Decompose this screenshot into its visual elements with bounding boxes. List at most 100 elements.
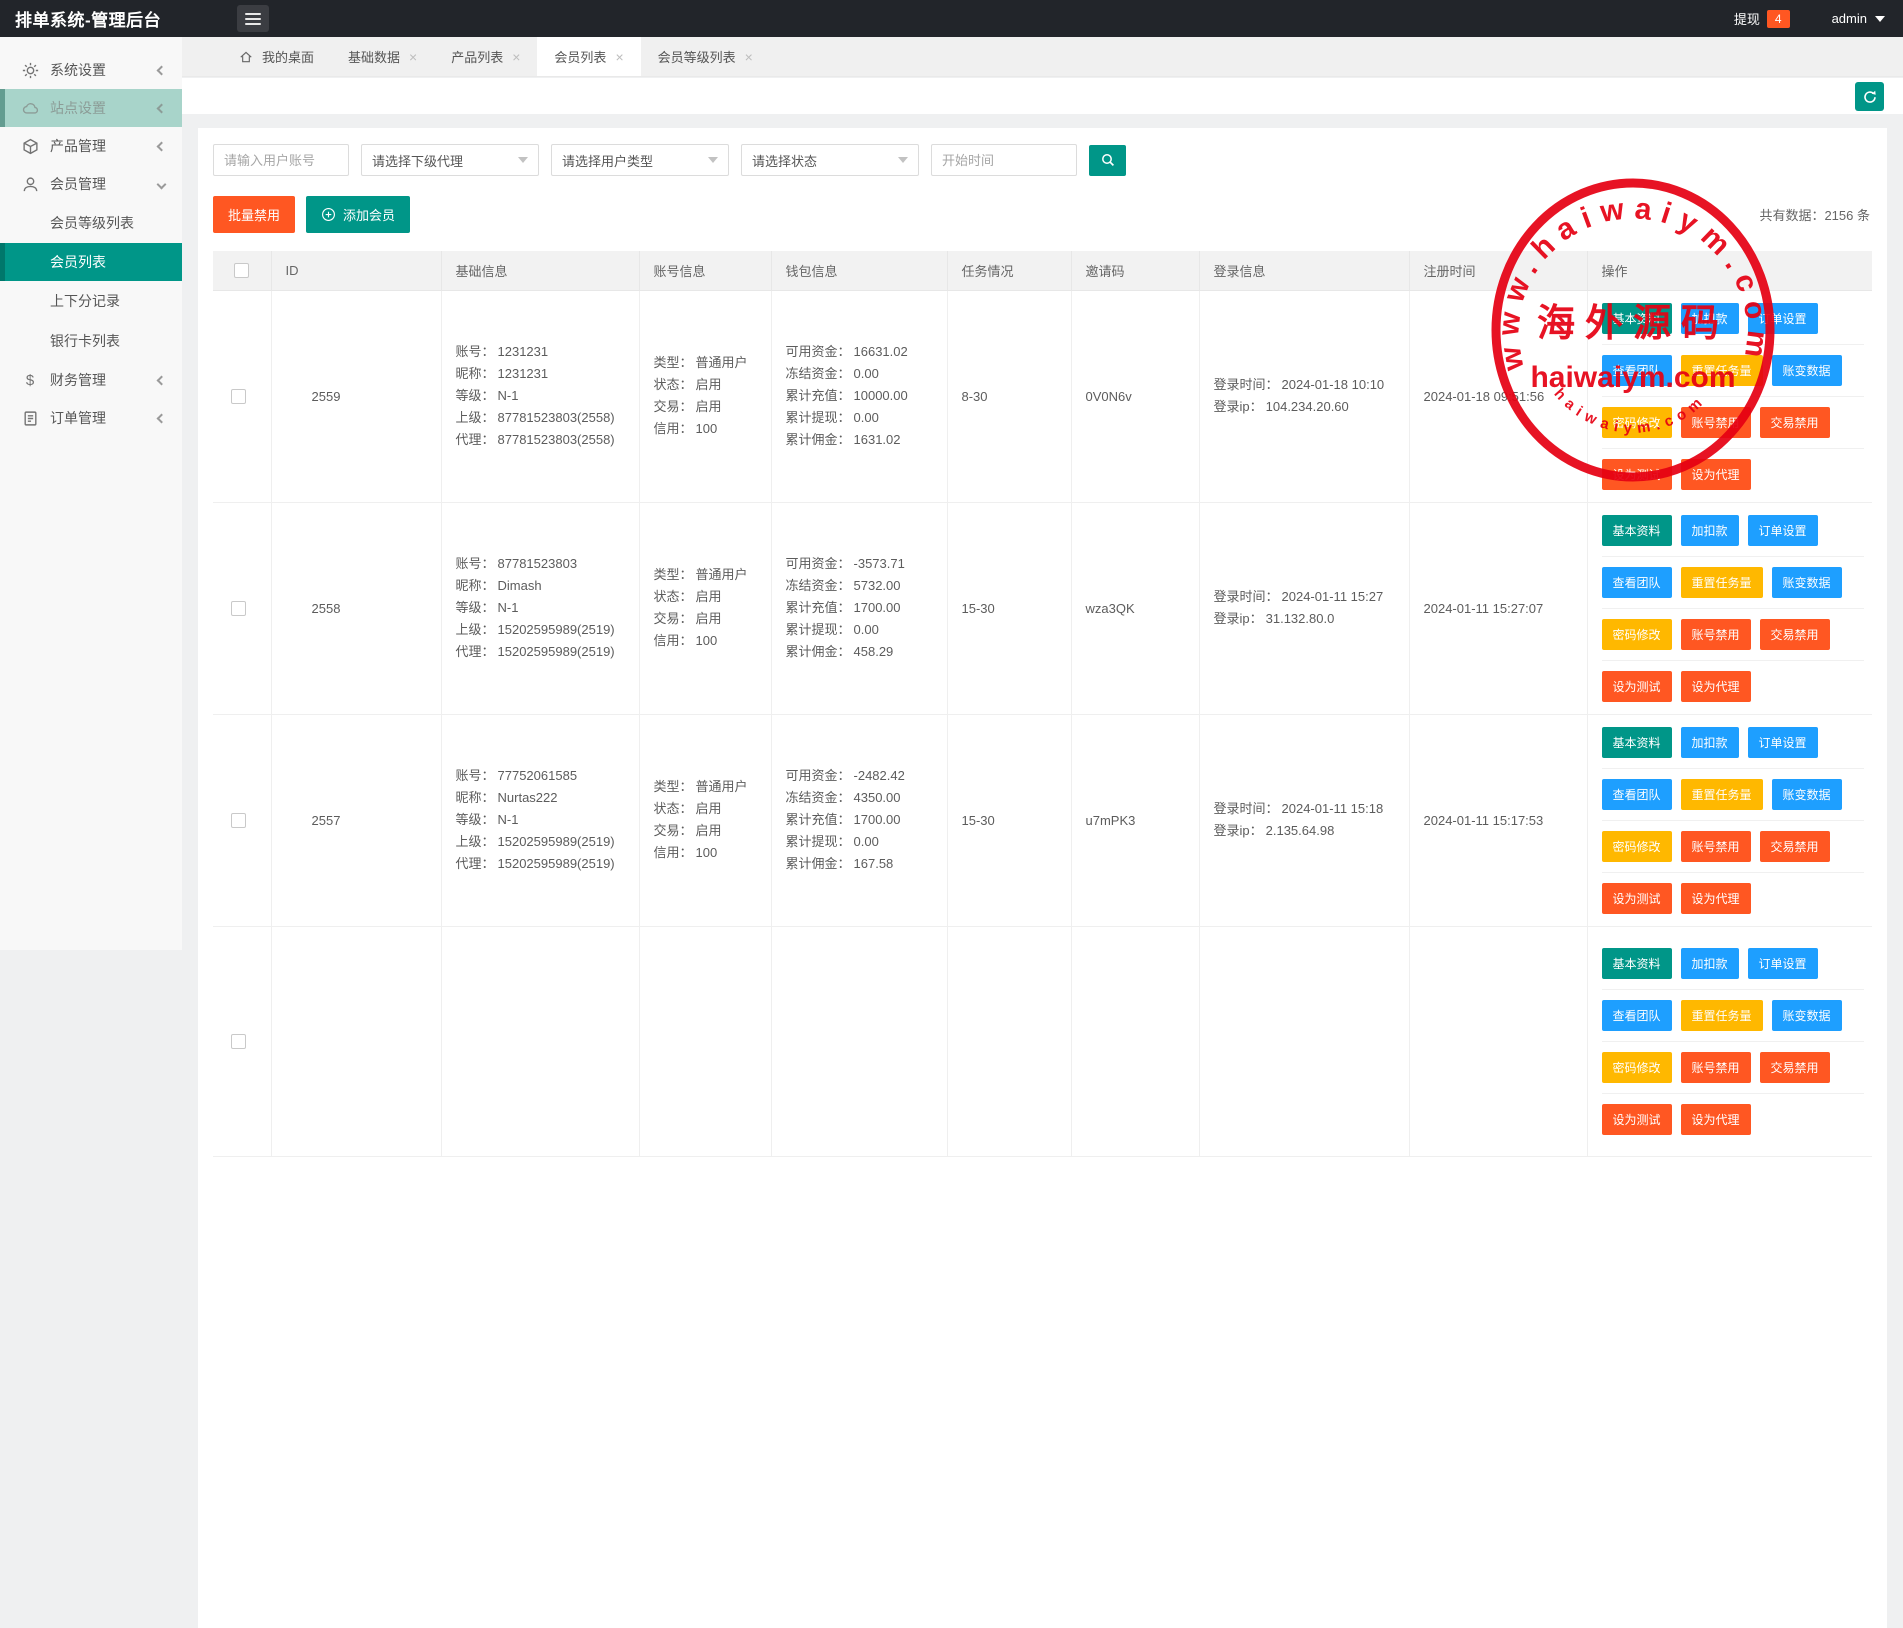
- action-button-set-test[interactable]: 设为测试: [1602, 883, 1672, 914]
- action-button-add-deduct[interactable]: 加扣款: [1681, 303, 1739, 334]
- action-button-basic-info[interactable]: 基本资料: [1602, 303, 1672, 334]
- row-checkbox[interactable]: [231, 601, 246, 616]
- select-all-checkbox[interactable]: [234, 263, 249, 278]
- field-line: 登录时间：2024-01-11 15:27: [1214, 586, 1403, 608]
- action-button-balance-log[interactable]: 账变数据: [1772, 355, 1842, 386]
- field-label: 冻结资金：: [786, 790, 851, 805]
- tab-member-level-list[interactable]: 会员等级列表 ×: [641, 37, 770, 76]
- action-button-add-deduct[interactable]: 加扣款: [1681, 948, 1739, 979]
- column-header-id: ID: [271, 251, 441, 290]
- action-button-add-deduct[interactable]: 加扣款: [1681, 727, 1739, 758]
- field-value: 4350.00: [854, 790, 901, 805]
- action-button-disable-trade[interactable]: 交易禁用: [1760, 831, 1830, 862]
- tab-base-data[interactable]: 基础数据 ×: [331, 37, 434, 76]
- action-button-balance-log[interactable]: 账变数据: [1772, 1000, 1842, 1031]
- field-line: 类型：普通用户: [654, 776, 765, 798]
- action-button-order-settings[interactable]: 订单设置: [1748, 303, 1818, 334]
- close-icon[interactable]: ×: [745, 49, 753, 65]
- sidebar-item-member-manage[interactable]: 会员管理: [0, 165, 182, 203]
- action-button-order-settings[interactable]: 订单设置: [1748, 948, 1818, 979]
- action-button-set-test[interactable]: 设为测试: [1602, 1104, 1672, 1135]
- action-button-view-team[interactable]: 查看团队: [1602, 779, 1672, 810]
- field-label: 累计充值：: [786, 388, 851, 403]
- action-button-reset-tasks[interactable]: 重置任务量: [1681, 1000, 1763, 1031]
- sidebar-item-site-settings[interactable]: 站点设置: [0, 89, 182, 127]
- cell-account-info: 类型：普通用户状态：启用交易：启用信用：100: [639, 714, 771, 926]
- action-button-change-password[interactable]: 密码修改: [1602, 619, 1672, 650]
- sidebar-subitem-updown-records[interactable]: 上下分记录: [0, 281, 182, 321]
- agent-select[interactable]: 请选择下级代理: [361, 144, 539, 176]
- row-checkbox[interactable]: [231, 389, 246, 404]
- id-value: 2559: [286, 389, 341, 404]
- action-button-reset-tasks[interactable]: 重置任务量: [1681, 567, 1763, 598]
- close-icon[interactable]: ×: [512, 49, 520, 65]
- action-button-set-agent[interactable]: 设为代理: [1681, 671, 1751, 702]
- action-button-reset-tasks[interactable]: 重置任务量: [1681, 355, 1763, 386]
- field-line: 登录ip：31.132.80.0: [1214, 608, 1403, 630]
- batch-disable-button[interactable]: 批量禁用: [213, 196, 295, 233]
- sidebar-item-product-manage[interactable]: 产品管理: [0, 127, 182, 165]
- filter-row: 请选择下级代理 请选择用户类型 请选择状态: [213, 144, 1872, 176]
- action-button-change-password[interactable]: 密码修改: [1602, 1052, 1672, 1083]
- action-button-balance-log[interactable]: 账变数据: [1772, 779, 1842, 810]
- tabbar: 我的桌面 基础数据 × 产品列表 × 会员列表 × 会员等级列表 ×: [182, 37, 1903, 77]
- search-button[interactable]: [1089, 145, 1126, 176]
- action-button-reset-tasks[interactable]: 重置任务量: [1681, 779, 1763, 810]
- action-button-order-settings[interactable]: 订单设置: [1748, 515, 1818, 546]
- close-icon[interactable]: ×: [409, 49, 417, 65]
- reg-time-value: 2024-01-11 15:17:53: [1424, 813, 1544, 828]
- user-type-select[interactable]: 请选择用户类型: [551, 144, 729, 176]
- sidebar-subitem-bank-card-list[interactable]: 银行卡列表: [0, 321, 182, 361]
- status-select[interactable]: 请选择状态: [741, 144, 919, 176]
- field-label: 昵称：: [456, 366, 495, 381]
- account-search-input[interactable]: [213, 144, 349, 176]
- action-button-set-agent[interactable]: 设为代理: [1681, 883, 1751, 914]
- row-checkbox[interactable]: [231, 813, 246, 828]
- menu-toggle-button[interactable]: [237, 5, 269, 32]
- field-value: 普通用户: [696, 355, 748, 370]
- add-member-button[interactable]: 添加会员: [306, 196, 410, 233]
- action-button-disable-account[interactable]: 账号禁用: [1681, 831, 1751, 862]
- tab-product-list[interactable]: 产品列表 ×: [434, 37, 537, 76]
- sidebar-subitem-member-list[interactable]: 会员列表: [0, 243, 182, 281]
- action-button-set-test[interactable]: 设为测试: [1602, 459, 1672, 490]
- action-button-basic-info[interactable]: 基本资料: [1602, 948, 1672, 979]
- action-line: 密码修改账号禁用交易禁用: [1602, 1042, 1865, 1094]
- field-label: 代理：: [456, 644, 495, 659]
- action-button-view-team[interactable]: 查看团队: [1602, 567, 1672, 598]
- sidebar-item-system-settings[interactable]: 系统设置: [0, 51, 182, 89]
- action-button-disable-account[interactable]: 账号禁用: [1681, 619, 1751, 650]
- tab-desktop[interactable]: 我的桌面: [222, 37, 331, 76]
- action-button-disable-trade[interactable]: 交易禁用: [1760, 407, 1830, 438]
- action-button-disable-trade[interactable]: 交易禁用: [1760, 1052, 1830, 1083]
- action-button-set-agent[interactable]: 设为代理: [1681, 459, 1751, 490]
- action-button-view-team[interactable]: 查看团队: [1602, 1000, 1672, 1031]
- start-time-input[interactable]: [931, 144, 1077, 176]
- action-button-set-agent[interactable]: 设为代理: [1681, 1104, 1751, 1135]
- action-button-change-password[interactable]: 密码修改: [1602, 407, 1672, 438]
- row-checkbox[interactable]: [231, 1034, 246, 1049]
- action-button-order-settings[interactable]: 订单设置: [1748, 727, 1818, 758]
- field-value: 0.00: [854, 834, 879, 849]
- action-button-set-test[interactable]: 设为测试: [1602, 671, 1672, 702]
- sidebar-item-finance-manage[interactable]: $ 财务管理: [0, 361, 182, 399]
- action-button-add-deduct[interactable]: 加扣款: [1681, 515, 1739, 546]
- refresh-button[interactable]: [1855, 82, 1884, 111]
- action-button-change-password[interactable]: 密码修改: [1602, 831, 1672, 862]
- action-button-disable-account[interactable]: 账号禁用: [1681, 1052, 1751, 1083]
- withdraw-link[interactable]: 提现 4: [1734, 9, 1790, 28]
- user-menu[interactable]: admin: [1832, 11, 1885, 26]
- sidebar-item-order-manage[interactable]: 订单管理: [0, 399, 182, 437]
- action-button-balance-log[interactable]: 账变数据: [1772, 567, 1842, 598]
- action-button-disable-trade[interactable]: 交易禁用: [1760, 619, 1830, 650]
- field-line: 类型：普通用户: [654, 352, 765, 374]
- action-button-disable-account[interactable]: 账号禁用: [1681, 407, 1751, 438]
- action-button-view-team[interactable]: 查看团队: [1602, 355, 1672, 386]
- close-icon[interactable]: ×: [615, 49, 623, 65]
- sidebar-subitem-label: 上下分记录: [50, 291, 120, 311]
- sidebar-subitem-member-level-list[interactable]: 会员等级列表: [0, 203, 182, 243]
- tab-member-list[interactable]: 会员列表 ×: [537, 37, 640, 76]
- action-button-basic-info[interactable]: 基本资料: [1602, 727, 1672, 758]
- action-button-basic-info[interactable]: 基本资料: [1602, 515, 1672, 546]
- field-line: 交易：启用: [654, 396, 765, 418]
